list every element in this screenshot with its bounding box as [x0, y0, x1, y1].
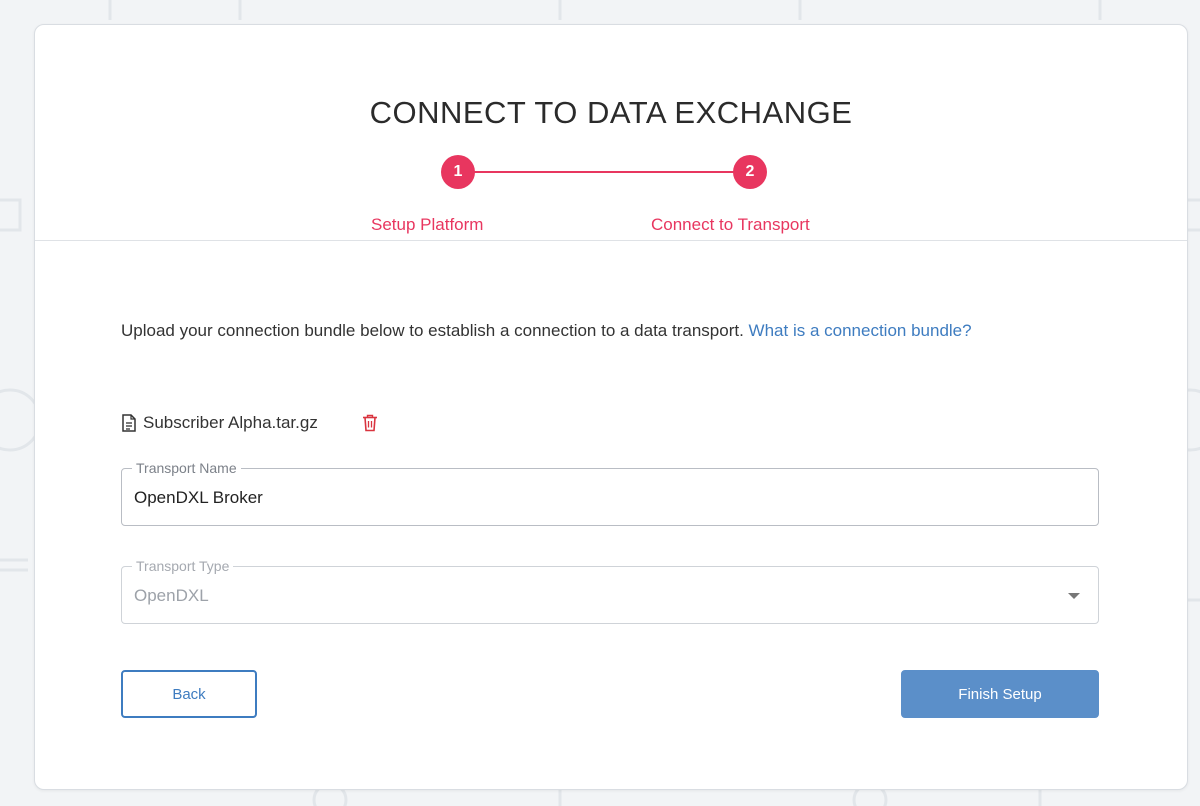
file-name: Subscriber Alpha.tar.gz — [143, 413, 318, 432]
uploaded-file: Subscriber Alpha.tar.gz — [121, 410, 378, 436]
trash-icon[interactable] — [362, 414, 378, 432]
chevron-down-icon[interactable] — [1068, 593, 1080, 599]
instructions-text: Upload your connection bundle below to e… — [121, 317, 1021, 345]
instructions-body: Upload your connection bundle below to e… — [121, 321, 744, 340]
transport-type-label: Transport Type — [132, 557, 234, 575]
stepper-connector — [457, 171, 753, 173]
connection-bundle-help-link[interactable]: What is a connection bundle? — [749, 321, 972, 340]
connect-dialog: CONNECT TO DATA EXCHANGE 1 2 Setup Platf… — [34, 24, 1188, 790]
transport-type-value: OpenDXL — [134, 586, 209, 605]
document-icon — [122, 414, 136, 432]
transport-type-select[interactable]: Transport Type OpenDXL — [121, 557, 1099, 624]
page-title: CONNECT TO DATA EXCHANGE — [369, 95, 853, 130]
back-button[interactable]: Back — [121, 670, 257, 718]
step-1-label: Setup Platform — [371, 215, 484, 234]
transport-name-label: Transport Name — [132, 459, 241, 477]
header-divider — [35, 240, 1187, 241]
transport-name-input[interactable] — [134, 488, 1034, 508]
finish-setup-button[interactable]: Finish Setup — [901, 670, 1099, 718]
transport-name-field[interactable]: Transport Name — [121, 459, 1099, 526]
stepper: 1 2 Setup Platform Connect to Transport — [35, 149, 1187, 249]
step-1-indicator[interactable]: 1 — [441, 155, 475, 189]
step-2-indicator[interactable]: 2 — [733, 155, 767, 189]
step-2-label: Connect to Transport — [651, 215, 810, 234]
